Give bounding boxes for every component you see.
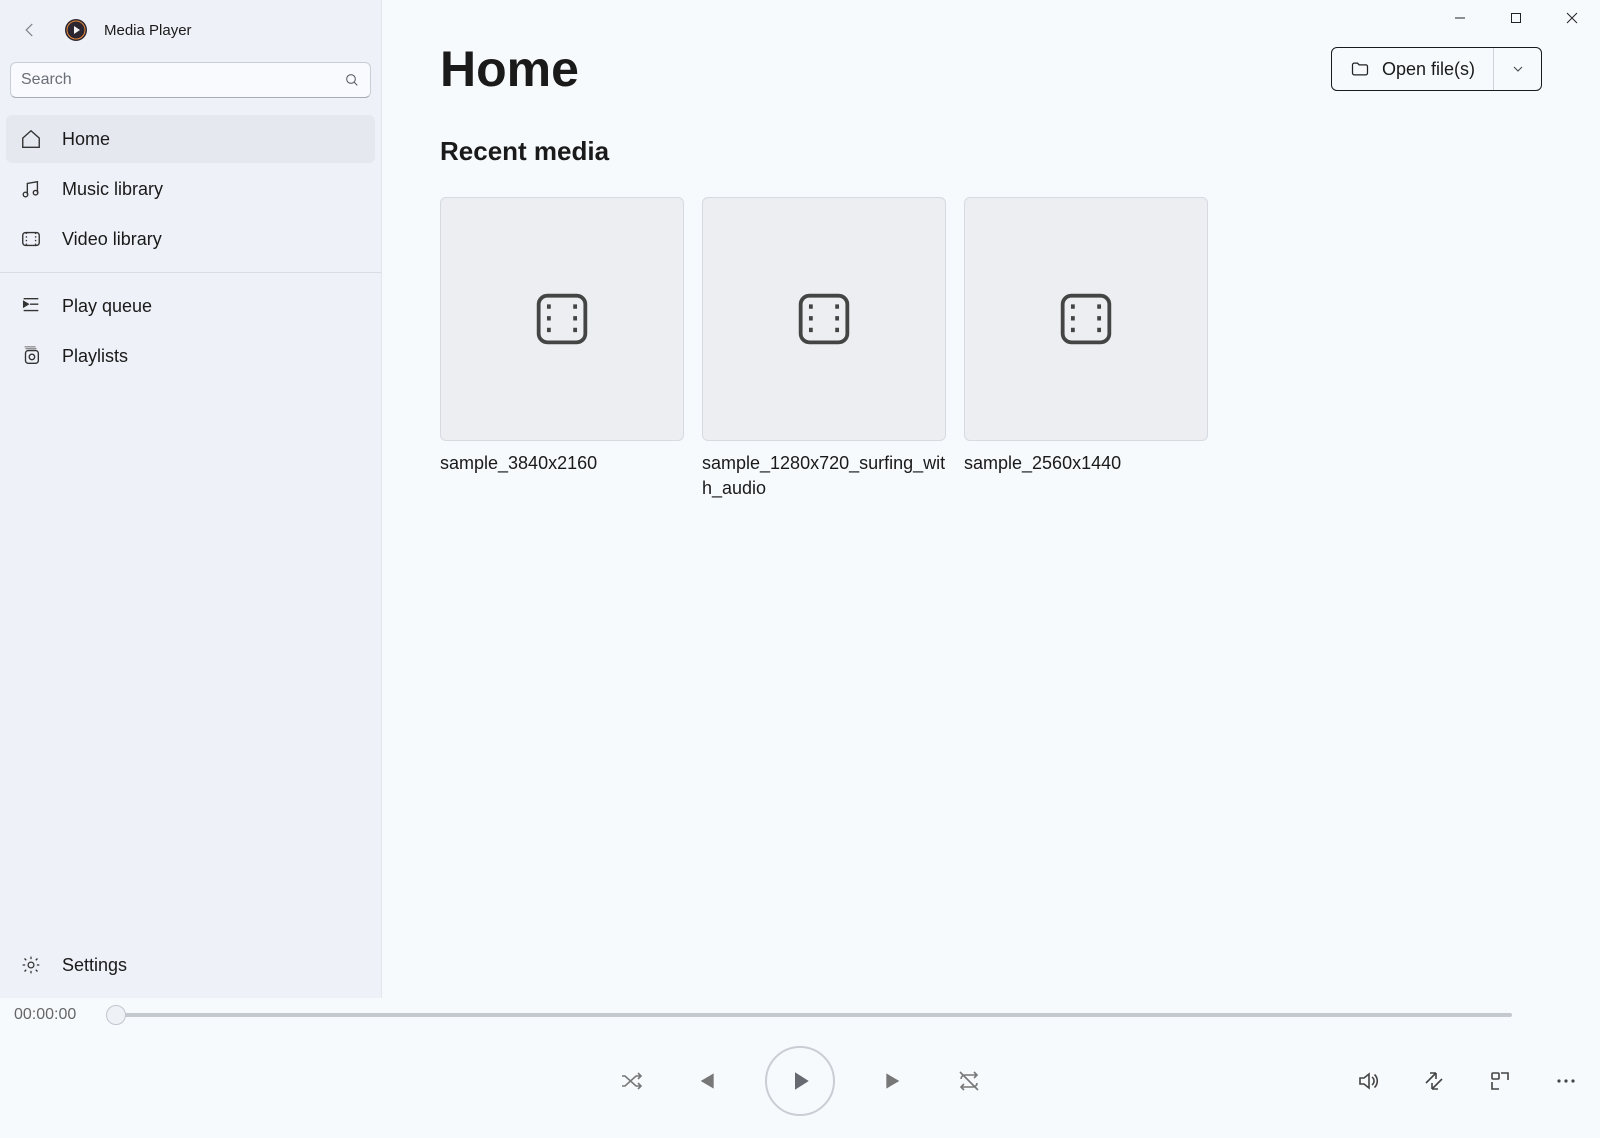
window-controls — [1432, 0, 1600, 36]
app-logo-icon — [64, 18, 88, 42]
open-files-split-button: Open file(s) — [1331, 47, 1542, 91]
media-card[interactable]: sample_3840x2160 — [440, 197, 684, 501]
mini-player-icon — [1488, 1069, 1512, 1093]
next-button[interactable] — [881, 1067, 909, 1095]
minimize-button[interactable] — [1432, 0, 1488, 36]
shuffle-button[interactable] — [617, 1067, 645, 1095]
play-button[interactable] — [765, 1046, 835, 1116]
search-icon — [344, 72, 360, 88]
sidebar-item-label: Video library — [62, 229, 162, 250]
search-box[interactable] — [10, 62, 371, 98]
media-card[interactable]: sample_2560x1440 — [964, 197, 1208, 501]
sidebar-item-music-library[interactable]: Music library — [6, 165, 375, 213]
skip-previous-icon — [692, 1068, 718, 1094]
media-title: sample_3840x2160 — [440, 451, 684, 476]
playlists-icon — [20, 345, 42, 367]
music-icon — [20, 178, 42, 200]
media-thumbnail — [702, 197, 946, 441]
maximize-button[interactable] — [1488, 0, 1544, 36]
sidebar-item-play-queue[interactable]: Play queue — [6, 282, 375, 330]
skip-next-icon — [882, 1068, 908, 1094]
fullscreen-button[interactable] — [1420, 1067, 1448, 1095]
player-bar: 00:00:00 — [0, 998, 1600, 1138]
video-icon — [20, 228, 42, 250]
recent-media-grid: sample_3840x2160 sample_1280x720_surfing… — [440, 197, 1542, 501]
shuffle-icon — [619, 1069, 643, 1093]
repeat-off-icon — [957, 1069, 981, 1093]
open-files-dropdown[interactable] — [1493, 48, 1541, 90]
sidebar-item-label: Music library — [62, 179, 163, 200]
sidebar-item-label: Home — [62, 129, 110, 150]
playback-position: 00:00:00 — [14, 1006, 94, 1024]
nav-separator — [0, 272, 381, 273]
open-files-button[interactable]: Open file(s) — [1332, 48, 1493, 90]
media-title: sample_2560x1440 — [964, 451, 1208, 476]
back-button[interactable] — [12, 12, 48, 48]
previous-button[interactable] — [691, 1067, 719, 1095]
nav-primary: Home Music library Video library — [0, 110, 381, 268]
seek-slider[interactable] — [108, 1013, 1512, 1017]
search-input[interactable] — [21, 71, 344, 89]
nav-secondary: Play queue Playlists — [0, 277, 381, 385]
media-thumbnail — [964, 197, 1208, 441]
volume-icon — [1356, 1069, 1380, 1093]
more-button[interactable] — [1552, 1067, 1580, 1095]
folder-icon — [1350, 59, 1370, 79]
media-title: sample_1280x720_surfing_with_audio — [702, 451, 946, 501]
sidebar-item-settings[interactable]: Settings — [6, 941, 375, 989]
recent-media-title: Recent media — [440, 136, 1542, 167]
home-icon — [20, 128, 42, 150]
open-files-label: Open file(s) — [1382, 59, 1475, 80]
play-queue-icon — [20, 295, 42, 317]
sidebar-item-video-library[interactable]: Video library — [6, 215, 375, 263]
sidebar-item-label: Play queue — [62, 296, 152, 317]
play-icon — [785, 1066, 815, 1096]
app-title: Media Player — [104, 22, 192, 39]
sidebar-item-label: Settings — [62, 955, 127, 976]
film-icon — [1051, 284, 1121, 354]
film-icon — [789, 284, 859, 354]
media-card[interactable]: sample_1280x720_surfing_with_audio — [702, 197, 946, 501]
main: Home Open file(s) — [382, 0, 1600, 998]
seek-thumb[interactable] — [106, 1005, 126, 1025]
repeat-button[interactable] — [955, 1067, 983, 1095]
mini-player-button[interactable] — [1486, 1067, 1514, 1095]
more-icon — [1554, 1069, 1578, 1093]
close-button[interactable] — [1544, 0, 1600, 36]
sidebar: Media Player Home — [0, 0, 382, 998]
sidebar-item-label: Playlists — [62, 346, 128, 367]
media-thumbnail — [440, 197, 684, 441]
sidebar-item-playlists[interactable]: Playlists — [6, 332, 375, 380]
gear-icon — [20, 954, 42, 976]
volume-button[interactable] — [1354, 1067, 1382, 1095]
chevron-down-icon — [1510, 61, 1526, 77]
film-icon — [527, 284, 597, 354]
page-title: Home — [440, 40, 579, 98]
sidebar-item-home[interactable]: Home — [6, 115, 375, 163]
fullscreen-icon — [1422, 1069, 1446, 1093]
